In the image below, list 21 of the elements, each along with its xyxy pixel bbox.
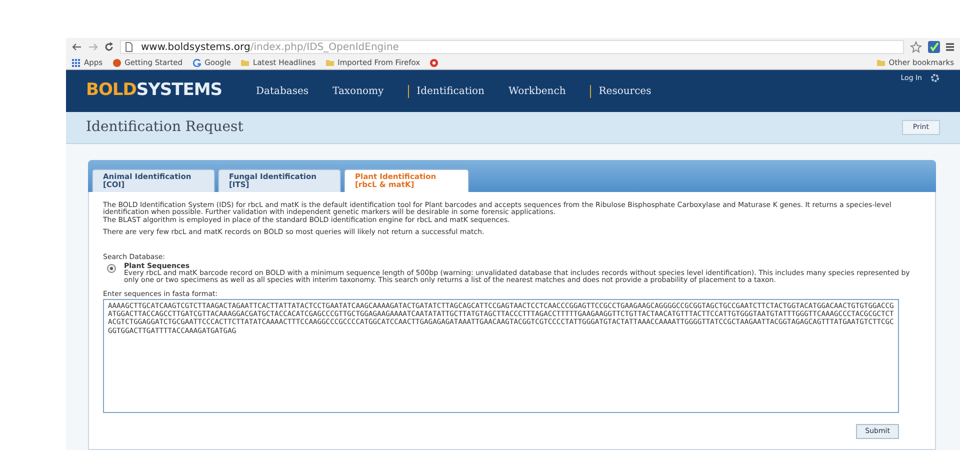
settings-icon[interactable] <box>930 73 940 84</box>
nav-link[interactable]: Identification <box>416 84 484 98</box>
star-icon[interactable] <box>910 41 922 53</box>
firefox-icon[interactable] <box>112 58 121 66</box>
nav-link[interactable]: Resources <box>598 84 652 98</box>
extension-icon[interactable] <box>928 41 940 53</box>
back-icon[interactable] <box>72 43 82 51</box>
circle-icon[interactable] <box>430 58 438 66</box>
google-icon[interactable] <box>192 58 201 66</box>
menu-icon[interactable] <box>946 42 954 52</box>
page-icon[interactable] <box>125 42 133 52</box>
nav-link[interactable]: Taxonomy <box>332 84 384 98</box>
nav-link[interactable]: Databases <box>256 84 309 98</box>
apps-icon[interactable] <box>72 58 80 66</box>
nav-link[interactable]: Workbench <box>508 84 566 98</box>
site-logo[interactable]: BOLDSYSTEMS <box>86 78 222 104</box>
reload-icon[interactable] <box>104 42 114 52</box>
radio-button[interactable] <box>107 264 116 273</box>
url-field[interactable]: www.boldsystems.org/index.php/IDS_OpenIdEngine <box>120 40 904 54</box>
url-text: www.boldsystems.org/index.php/IDS_OpenIdEngine <box>140 40 399 54</box>
page-title: Identification Request <box>86 118 244 137</box>
